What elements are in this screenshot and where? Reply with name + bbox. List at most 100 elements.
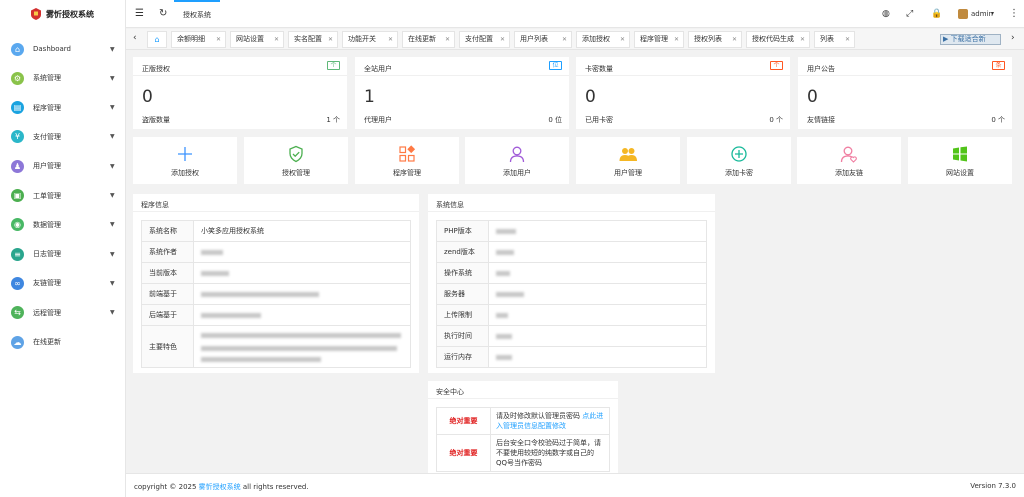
system-row: 执行时间 (436, 325, 707, 347)
lock-icon[interactable]: 🔒 (931, 8, 942, 20)
program-value (193, 262, 411, 284)
stat-card-0: 正版授权 个 0 盗版数量 1 个 (133, 57, 347, 129)
system-row: 上传限制 (436, 304, 707, 326)
sidebar-item-5[interactable]: ▣ 工单管理 ▼ (0, 186, 126, 206)
close-icon[interactable]: ✕ (620, 32, 625, 47)
tab-7[interactable]: 添加授权 ✕ (576, 31, 630, 48)
plus-icon (133, 145, 237, 165)
tab-4[interactable]: 在线更新 ✕ (402, 31, 455, 48)
system-value (488, 283, 707, 305)
chevron-down-icon[interactable]: ▾ (991, 10, 994, 17)
tab-9[interactable]: 授权列表 ✕ (688, 31, 742, 48)
quick-link-label: 程序管理 (393, 169, 421, 177)
sidebar-item-4[interactable]: ♟ 用户管理 ▼ (0, 156, 126, 176)
sidebar-item-10[interactable]: ☁ 在线更新 (0, 332, 126, 352)
stat-value: 0 (142, 87, 153, 107)
quick-link-1[interactable]: 授权管理 (244, 137, 348, 184)
quick-link-7[interactable]: 网站设置 (908, 137, 1012, 184)
quick-link-6[interactable]: 添加友链 (797, 137, 901, 184)
tab-6[interactable]: 用户列表 ✕ (514, 31, 572, 48)
sidebar-item-8[interactable]: ∞ 友链管理 ▼ (0, 273, 126, 293)
app-logo[interactable]: 雾忻授权系统 (0, 0, 125, 28)
tab-5[interactable]: 支付配置 ✕ (459, 31, 510, 48)
windows-icon (908, 145, 1012, 165)
security-text: 请及时修改默认管理员密码 点此进入管理员信息配置修改 (490, 407, 610, 435)
close-icon[interactable]: ✕ (500, 32, 505, 47)
more-icon[interactable]: ⋮ (1009, 8, 1019, 20)
sidebar-item-label: Dashboard (33, 45, 71, 53)
stat-badge: 个 (770, 61, 783, 70)
quick-link-4[interactable]: 用户管理 (576, 137, 680, 184)
sidebar-item-1[interactable]: ⚙ 系统管理 ▼ (0, 68, 126, 88)
top-title[interactable]: 授权系统 (183, 10, 211, 20)
close-icon[interactable]: ✕ (274, 32, 279, 47)
close-icon[interactable]: ✕ (388, 32, 393, 47)
tab-2[interactable]: 实名配置 ✕ (288, 31, 338, 48)
security-panel: 安全中心 绝对重要 请及时修改默认管理员密码 点此进入管理员信息配置修改 绝对重要后… (428, 381, 618, 473)
close-icon[interactable]: ✕ (800, 32, 805, 47)
tab-8[interactable]: 程序管理 ✕ (634, 31, 684, 48)
program-key: 当前版本 (141, 262, 194, 284)
stat-badge: 个 (327, 61, 340, 70)
sidebar-item-6[interactable]: ◉ 数据管理 ▼ (0, 215, 126, 235)
quick-link-label: 授权管理 (282, 169, 310, 177)
tab-label: 授权代码生成 (752, 35, 794, 43)
sidebar-item-9[interactable]: ⇆ 远程管理 ▼ (0, 303, 126, 323)
tab-3[interactable]: 功能开关 ✕ (342, 31, 398, 48)
close-icon[interactable]: ✕ (562, 32, 567, 47)
quick-link-2[interactable]: 程序管理 (355, 137, 459, 184)
footer-brand-link[interactable]: 雾忻授权系统 (199, 483, 241, 491)
quick-link-label: 添加用户 (503, 169, 531, 177)
home-tab-icon[interactable]: ⌂ (147, 31, 167, 48)
system-key: 执行时间 (436, 325, 489, 347)
program-key: 后端基于 (141, 304, 194, 326)
sidebar-item-0[interactable]: ⌂ Dashboard ▼ (0, 39, 126, 59)
program-icon: ▤ (11, 101, 24, 115)
log-icon: ≡ (11, 247, 24, 261)
quick-link-5[interactable]: 添加卡密 (687, 137, 791, 184)
tab-0[interactable]: 余额明细 ✕ (171, 31, 226, 48)
close-icon[interactable]: ✕ (732, 32, 737, 47)
tab-10[interactable]: 授权代码生成 ✕ (746, 31, 810, 48)
stat-foot-label: 友情链接 (807, 116, 835, 124)
system-value (488, 241, 707, 263)
footer: copyright © 2025 雾忻授权系统 all rights reser… (126, 473, 1024, 497)
program-key: 系统作者 (141, 241, 194, 263)
avatar[interactable] (958, 9, 968, 19)
system-row: 运行内存 (436, 346, 707, 368)
sidebar-item-label: 在线更新 (33, 338, 61, 346)
close-icon[interactable]: ✕ (328, 32, 333, 47)
user-name[interactable]: admin (971, 10, 993, 18)
fullscreen-icon[interactable]: ⤢ (906, 8, 913, 20)
tab-label: 余额明细 (177, 35, 205, 43)
close-icon[interactable]: ✕ (216, 32, 221, 47)
stat-badge: 条 (992, 61, 1005, 70)
security-title: 安全中心 (436, 388, 464, 396)
sidebar-item-2[interactable]: ▤ 程序管理 ▼ (0, 98, 126, 118)
program-value: 小笑多应用授权系统 (193, 220, 411, 242)
quick-link-label: 添加卡密 (725, 169, 753, 177)
close-icon[interactable]: ✕ (845, 32, 850, 47)
shield-icon (244, 145, 348, 165)
close-icon[interactable]: ✕ (674, 32, 679, 47)
sidebar-item-7[interactable]: ≡ 日志管理 ▼ (0, 244, 126, 264)
download-button[interactable]: ▶ 下载适合新 (940, 34, 1001, 45)
quick-link-3[interactable]: 添加用户 (465, 137, 569, 184)
refresh-icon[interactable]: ↻ (159, 8, 167, 20)
stat-foot-label: 代理用户 (364, 116, 392, 124)
menu-toggle-icon[interactable]: ☰ (135, 8, 144, 20)
tab-next-icon[interactable]: › (1011, 33, 1015, 43)
sidebar-item-3[interactable]: ¥ 支付管理 ▼ (0, 127, 126, 147)
close-icon[interactable]: ✕ (445, 32, 450, 47)
tab-label: 添加授权 (582, 35, 610, 43)
program-key: 主要特色 (141, 325, 194, 368)
stat-foot-value: 1 个 (326, 116, 340, 124)
quick-link-0[interactable]: 添加授权 (133, 137, 237, 184)
divider (133, 75, 347, 76)
chevron-down-icon: ▼ (110, 250, 115, 258)
globe-icon[interactable]: ◍ (882, 8, 890, 20)
tab-1[interactable]: 网站设置 ✕ (230, 31, 284, 48)
tab-prev-icon[interactable]: ‹ (133, 33, 137, 43)
tab-11[interactable]: 列表 ✕ (814, 31, 855, 48)
group-icon (576, 145, 680, 165)
